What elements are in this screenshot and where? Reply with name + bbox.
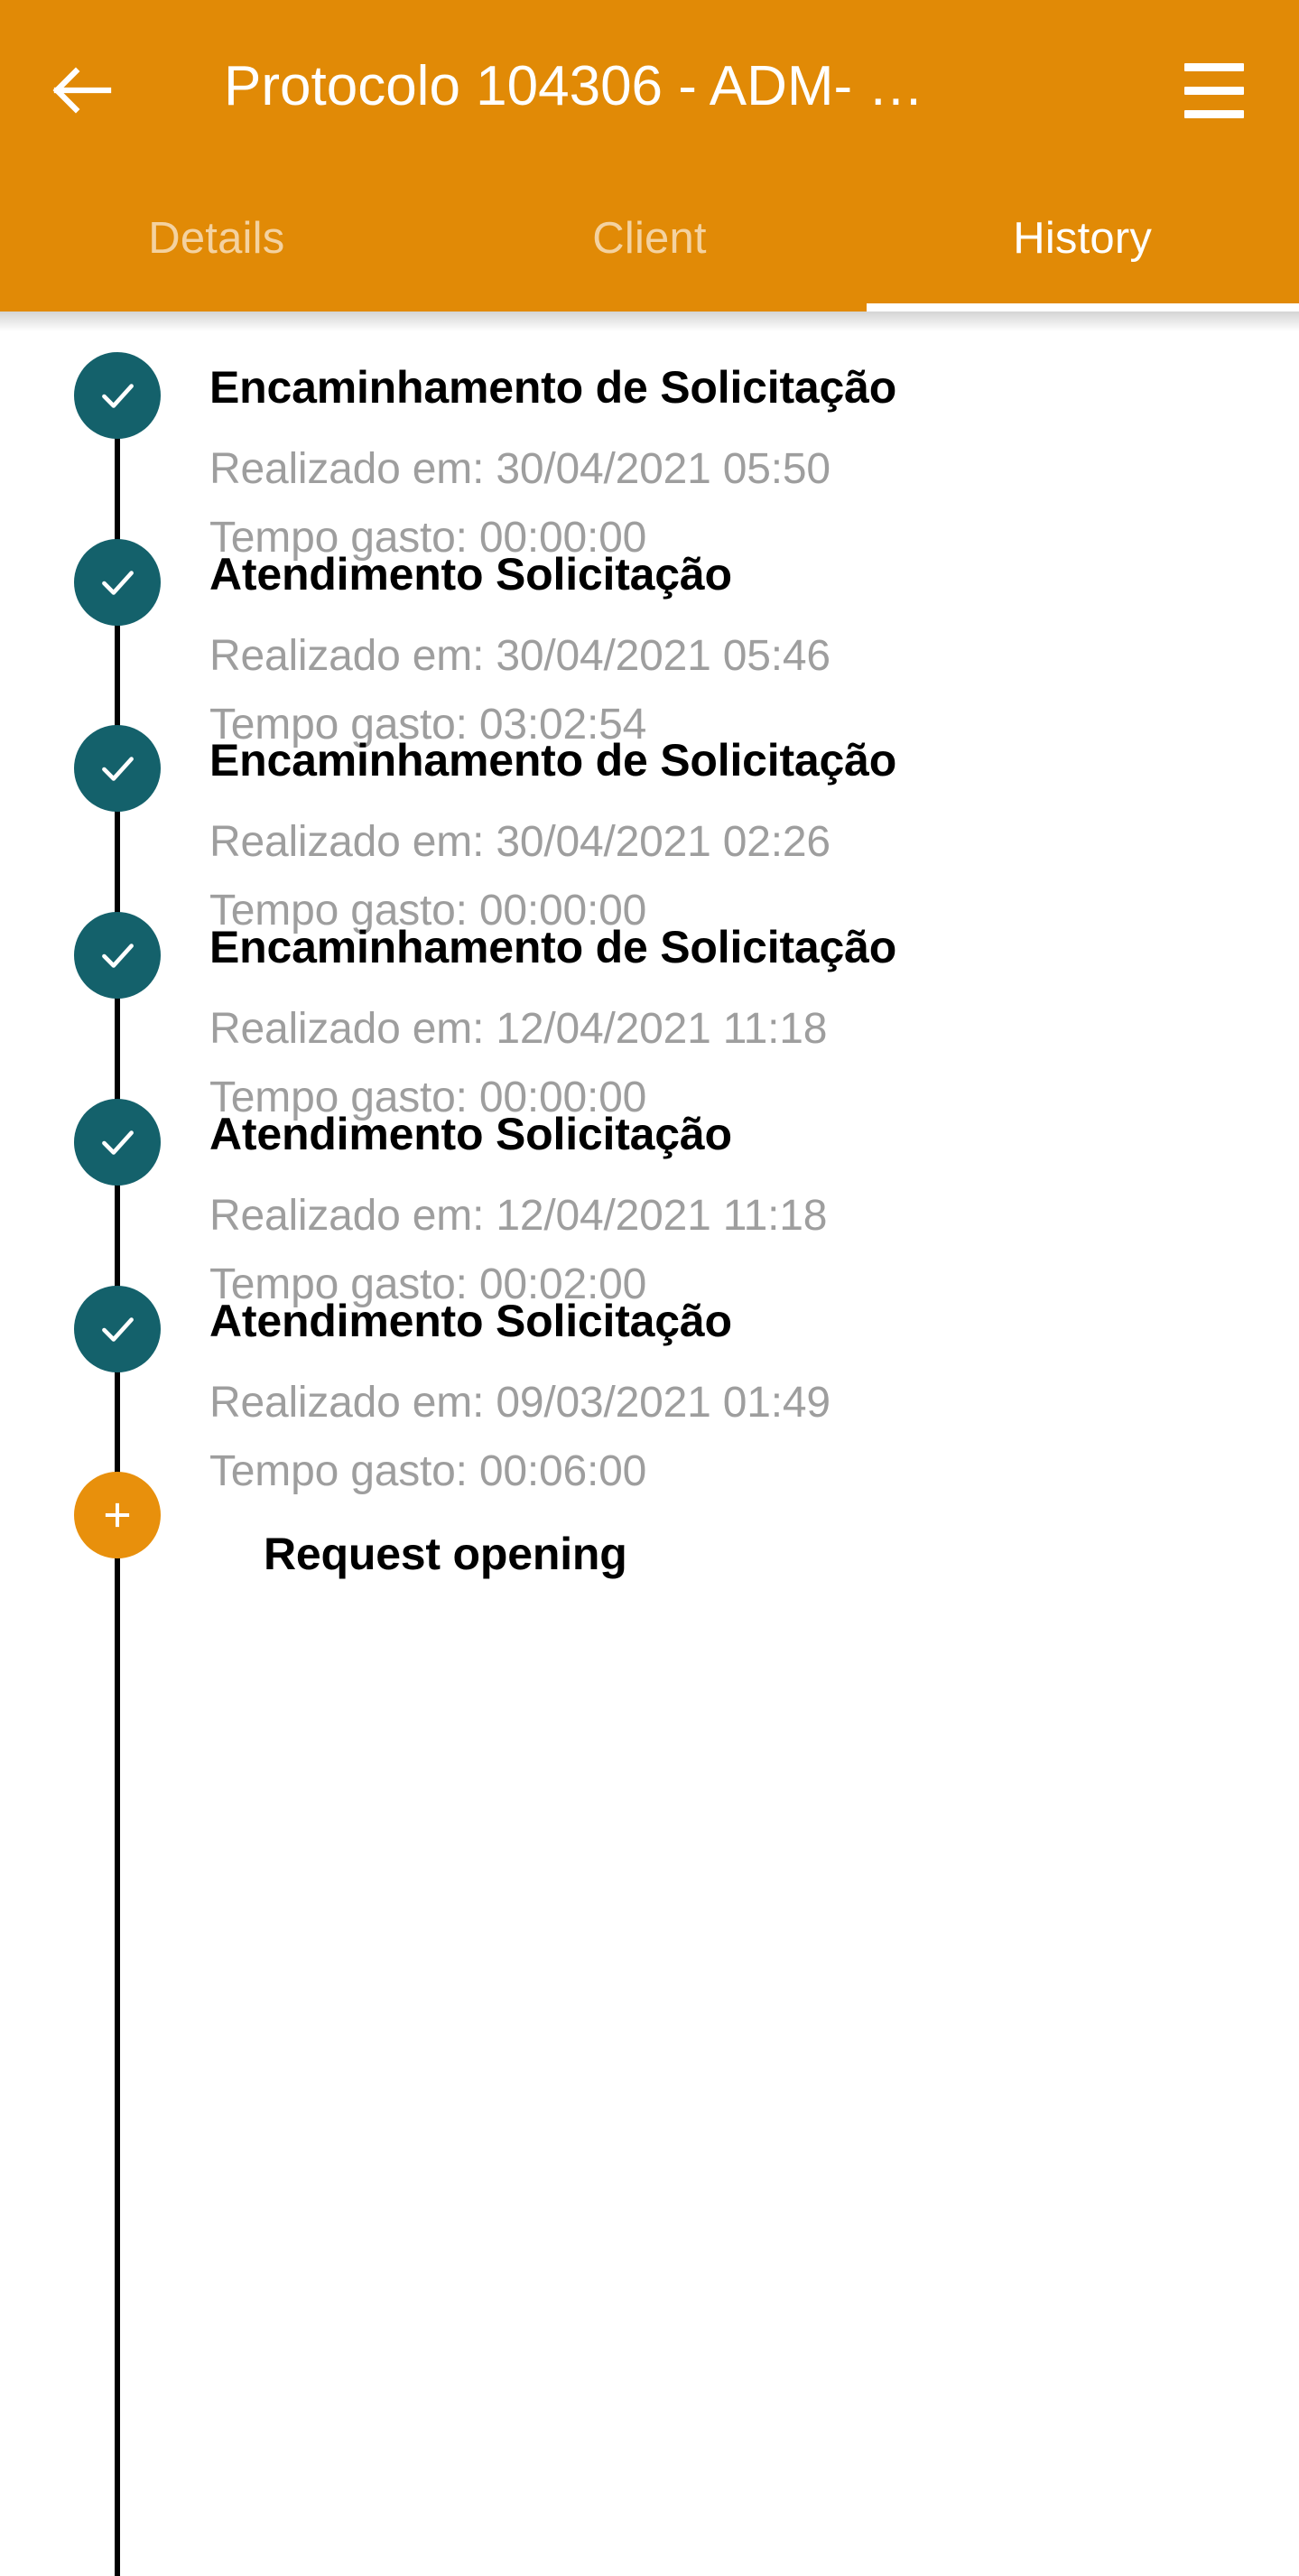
app-bar-top-row: Protocolo 104306 - ADM- …: [0, 0, 1299, 181]
timeline-item-performed: Realizado em: 30/04/2021 02:26: [209, 818, 830, 866]
timeline-item-body: Atendimento Solicitação Realizado em: 12…: [209, 1108, 1248, 1319]
timeline-item-performed: Realizado em: 30/04/2021 05:46: [209, 632, 830, 680]
check-icon: [95, 560, 140, 605]
status-dot-done: [74, 725, 161, 812]
timeline-item-title: Encaminhamento de Solicitação: [209, 362, 897, 413]
status-dot-open: [74, 1472, 161, 1558]
tab-details-label: Details: [148, 214, 285, 263]
timeline-item-body: Request opening: [264, 1528, 1299, 1580]
timeline-item-body: Atendimento Solicitação Realizado em: 30…: [209, 548, 1248, 759]
tab-bar: Details Client History: [0, 181, 1299, 312]
timeline-item-performed: Realizado em: 12/04/2021 11:18: [209, 1192, 828, 1240]
tab-client[interactable]: Client: [433, 181, 867, 312]
timeline-item-title: Atendimento Solicitação: [209, 549, 732, 600]
timeline-item-body: Atendimento Solicitação Realizado em: 09…: [209, 1295, 1248, 1506]
arrow-left-icon: [49, 63, 114, 117]
check-icon: [95, 1307, 140, 1352]
timeline-item-title: Atendimento Solicitação: [209, 1296, 732, 1346]
timeline-item-elapsed: Tempo gasto: 00:06:00: [209, 1447, 647, 1495]
timeline-item-body: Encaminhamento de Solicitação Realizado …: [209, 734, 1248, 945]
page-title: Protocolo 104306 - ADM- …: [224, 55, 924, 117]
timeline-item-title: Encaminhamento de Solicitação: [209, 735, 897, 786]
status-dot-done: [74, 1286, 161, 1372]
plus-icon: [98, 1496, 136, 1534]
timeline-item-title: Encaminhamento de Solicitação: [209, 922, 897, 972]
back-button[interactable]: [43, 52, 119, 128]
hamburger-menu-icon-bar-1: [1184, 62, 1244, 71]
timeline-rail: [115, 366, 120, 2576]
tab-details[interactable]: Details: [0, 181, 433, 312]
timeline-item-performed: Realizado em: 30/04/2021 05:50: [209, 445, 830, 493]
hamburger-menu-icon-bar-3: [1184, 109, 1244, 118]
tab-history[interactable]: History: [866, 181, 1299, 312]
hamburger-menu-icon-bar-2: [1184, 86, 1244, 95]
timeline-item-performed: Realizado em: 12/04/2021 11:18: [209, 1005, 828, 1053]
check-icon: [95, 933, 140, 978]
status-dot-done: [74, 912, 161, 999]
check-icon: [95, 1120, 140, 1165]
check-icon: [95, 746, 140, 791]
status-dot-done: [74, 539, 161, 626]
timeline-item-body: Encaminhamento de Solicitação Realizado …: [209, 921, 1248, 1132]
status-dot-done: [74, 352, 161, 439]
tab-client-label: Client: [592, 214, 707, 263]
tab-active-indicator: [867, 303, 1299, 312]
history-content: Encaminhamento de Solicitação Realizado …: [0, 312, 1299, 2576]
timeline-item-title: Atendimento Solicitação: [209, 1109, 732, 1159]
hamburger-menu-button[interactable]: [1176, 52, 1252, 128]
timeline-item-performed: Realizado em: 09/03/2021 01:49: [209, 1379, 830, 1427]
tab-history-label: History: [1013, 214, 1153, 263]
app-bar: Protocolo 104306 - ADM- … Details Client…: [0, 0, 1299, 312]
timeline-item-body: Encaminhamento de Solicitação Realizado …: [209, 361, 1248, 572]
check-icon: [95, 373, 140, 418]
timeline-item-title: Request opening: [264, 1529, 627, 1579]
status-dot-done: [74, 1099, 161, 1186]
